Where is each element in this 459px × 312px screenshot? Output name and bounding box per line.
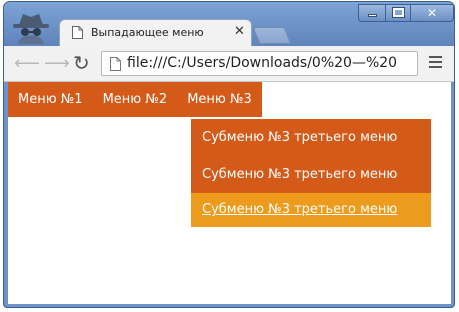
- close-icon: ✕: [426, 6, 438, 20]
- top-menu: Меню №1 Меню №2 Меню №3: [8, 82, 262, 117]
- tab-title: Выпадающее меню: [91, 26, 204, 39]
- title-bar: Выпадающее меню ✕ ✕: [4, 2, 454, 46]
- tab-close-icon[interactable]: ✕: [234, 24, 245, 40]
- browser-tab[interactable]: Выпадающее меню ✕: [59, 19, 252, 46]
- maximize-button[interactable]: [385, 4, 411, 22]
- forward-arrow-icon[interactable]: ⟶: [44, 55, 70, 73]
- incognito-icon: [13, 14, 49, 44]
- reload-icon[interactable]: ↻: [73, 53, 90, 73]
- new-tab-button[interactable]: [252, 27, 292, 44]
- menu-item-1[interactable]: Меню №1: [8, 82, 93, 117]
- close-window-button[interactable]: ✕: [410, 4, 454, 22]
- address-text: file:///C:/Users/Downloads/0%20—%20: [127, 55, 398, 71]
- minimize-icon: [368, 14, 377, 17]
- submenu-item[interactable]: Субменю №3 третьего меню: [191, 156, 431, 193]
- submenu-item-hovered[interactable]: Субменю №3 третьего меню: [191, 193, 431, 227]
- menu-item-3[interactable]: Меню №3: [177, 82, 262, 117]
- browser-toolbar: ⟵ ⟶ ↻ file:///C:/Users/Downloads/0%20—%2…: [4, 46, 454, 82]
- maximize-icon: [392, 7, 405, 18]
- address-bar[interactable]: file:///C:/Users/Downloads/0%20—%20: [101, 51, 418, 76]
- back-arrow-icon[interactable]: ⟵: [14, 55, 40, 73]
- document-icon: [110, 57, 121, 71]
- submenu-dropdown: Субменю №3 третьего меню Субменю №3 трет…: [191, 119, 431, 227]
- minimize-button[interactable]: [358, 4, 386, 22]
- menu-item-2[interactable]: Меню №2: [93, 82, 178, 117]
- page-icon: [72, 26, 83, 39]
- submenu-item[interactable]: Субменю №3 третьего меню: [191, 119, 431, 156]
- browser-window: Выпадающее меню ✕ ✕ ⟵ ⟶ ↻ file:///C:/Use…: [3, 1, 455, 308]
- hamburger-menu-icon[interactable]: [429, 56, 442, 70]
- page-viewport: Меню №1 Меню №2 Меню №3 Субменю №3 треть…: [8, 82, 451, 304]
